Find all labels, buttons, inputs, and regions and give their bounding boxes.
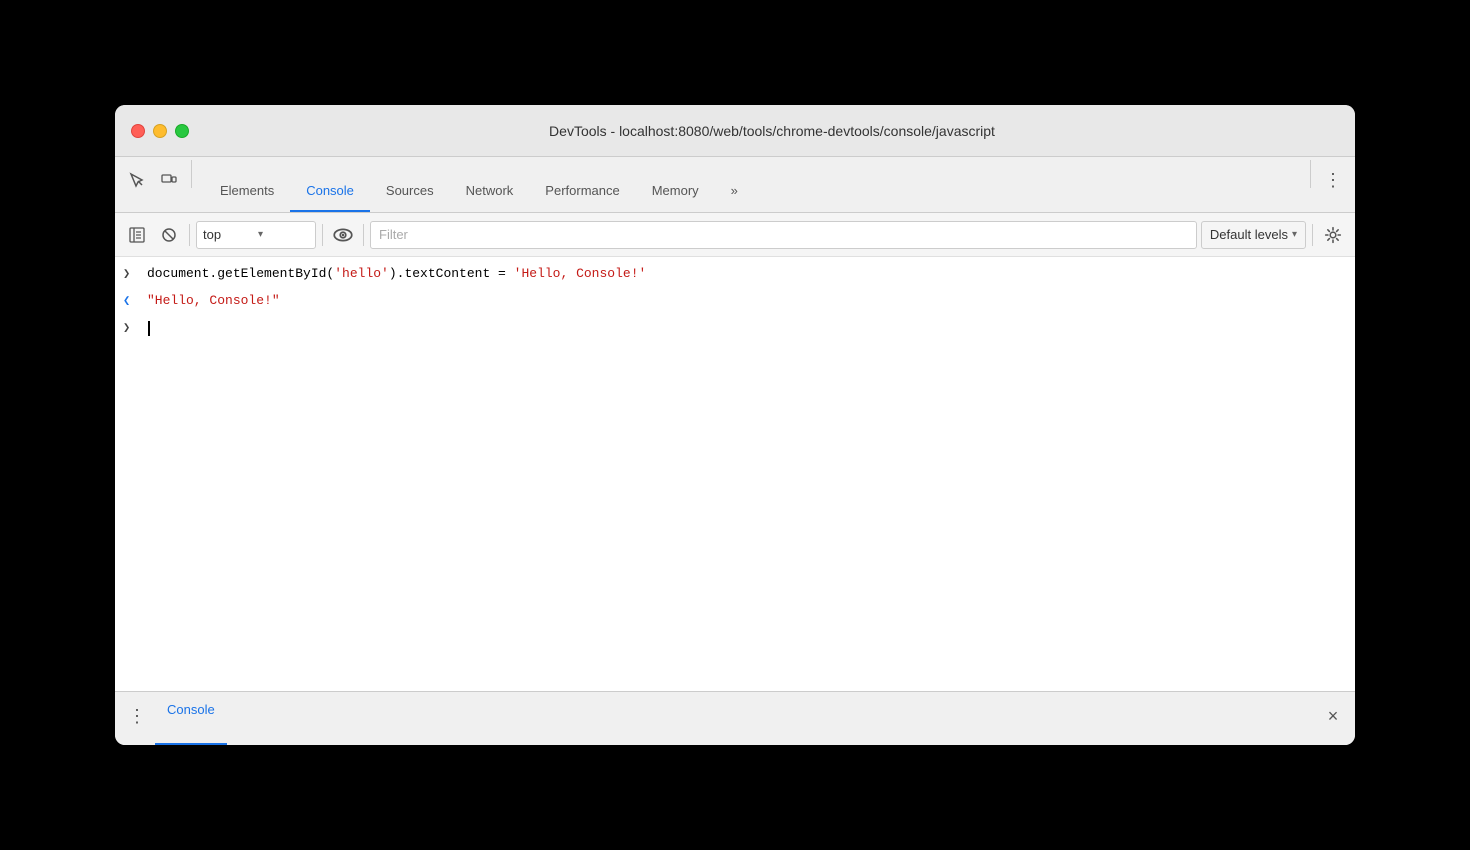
drawer-console-tab[interactable]: Console xyxy=(155,692,227,745)
tab-divider xyxy=(191,160,192,188)
window-title: DevTools - localhost:8080/web/tools/chro… xyxy=(205,123,1339,139)
console-prompt-line[interactable]: ❯ xyxy=(115,315,1355,341)
device-icon xyxy=(161,172,177,188)
context-arrow-icon: ▾ xyxy=(258,229,309,240)
sidebar-icon xyxy=(129,227,145,243)
toolbar-divider-4 xyxy=(1312,224,1313,246)
code-text-1: document.getElementById( xyxy=(147,266,334,281)
tab-bar-left-icons xyxy=(123,160,196,212)
tab-divider-right xyxy=(1310,160,1311,188)
console-line-input: ❯ document.getElementById('hello').textC… xyxy=(115,261,1355,288)
devtools-window: DevTools - localhost:8080/web/tools/chro… xyxy=(115,105,1355,745)
input-arrow: ❯ xyxy=(123,264,143,284)
cursor xyxy=(148,321,150,336)
console-input-content: document.getElementById('hello').textCon… xyxy=(147,264,1347,284)
code-result: "Hello, Console!" xyxy=(147,293,280,308)
tab-bar-right: ⋮ xyxy=(1306,160,1347,212)
toolbar-divider-1 xyxy=(189,224,190,246)
tab-memory[interactable]: Memory xyxy=(636,175,715,212)
code-text-2: 'hello' xyxy=(334,266,389,281)
console-output[interactable]: ❯ document.getElementById('hello').textC… xyxy=(115,257,1355,691)
toolbar-divider-3 xyxy=(363,224,364,246)
context-selector[interactable]: top ▾ xyxy=(196,221,316,249)
title-bar: DevTools - localhost:8080/web/tools/chro… xyxy=(115,105,1355,157)
filter-input[interactable] xyxy=(370,221,1197,249)
toolbar-divider-2 xyxy=(322,224,323,246)
code-text-3: ).textContent = xyxy=(389,266,514,281)
console-toolbar: top ▾ Default levels ▾ xyxy=(115,213,1355,257)
bottom-drawer: ⋮ Console × xyxy=(115,691,1355,745)
clear-console-button[interactable] xyxy=(155,221,183,249)
settings-button[interactable] xyxy=(1319,221,1347,249)
minimize-button[interactable] xyxy=(153,124,167,138)
more-menu-button[interactable]: ⋮ xyxy=(1319,166,1347,194)
tab-network[interactable]: Network xyxy=(450,175,530,212)
tab-sources[interactable]: Sources xyxy=(370,175,450,212)
cursor-icon xyxy=(129,172,145,188)
tab-bar: Elements Console Sources Network Perform… xyxy=(115,157,1355,213)
tab-more[interactable]: » xyxy=(715,175,754,212)
prompt-arrow: ❯ xyxy=(123,318,143,338)
output-arrow: ❮ xyxy=(123,291,143,311)
levels-selector[interactable]: Default levels ▾ xyxy=(1201,221,1306,249)
console-output-content: "Hello, Console!" xyxy=(147,291,1347,311)
drawer-dots-button[interactable]: ⋮ xyxy=(123,702,151,730)
block-icon xyxy=(161,227,177,243)
close-button[interactable] xyxy=(131,124,145,138)
tab-console[interactable]: Console xyxy=(290,175,370,212)
levels-arrow-icon: ▾ xyxy=(1292,229,1297,240)
device-toggle-button[interactable] xyxy=(155,166,183,194)
traffic-lights xyxy=(131,124,189,138)
inspect-icon-button[interactable] xyxy=(123,166,151,194)
live-expressions-button[interactable] xyxy=(329,221,357,249)
drawer-close-button[interactable]: × xyxy=(1319,702,1347,730)
eye-icon xyxy=(333,225,353,245)
sidebar-toggle-button[interactable] xyxy=(123,221,151,249)
tabs: Elements Console Sources Network Perform… xyxy=(204,175,1306,212)
code-text-4: 'Hello, Console!' xyxy=(514,266,647,281)
tab-performance[interactable]: Performance xyxy=(529,175,635,212)
console-line-output: ❮ "Hello, Console!" xyxy=(115,288,1355,315)
maximize-button[interactable] xyxy=(175,124,189,138)
tab-elements[interactable]: Elements xyxy=(204,175,290,212)
gear-icon xyxy=(1324,226,1342,244)
